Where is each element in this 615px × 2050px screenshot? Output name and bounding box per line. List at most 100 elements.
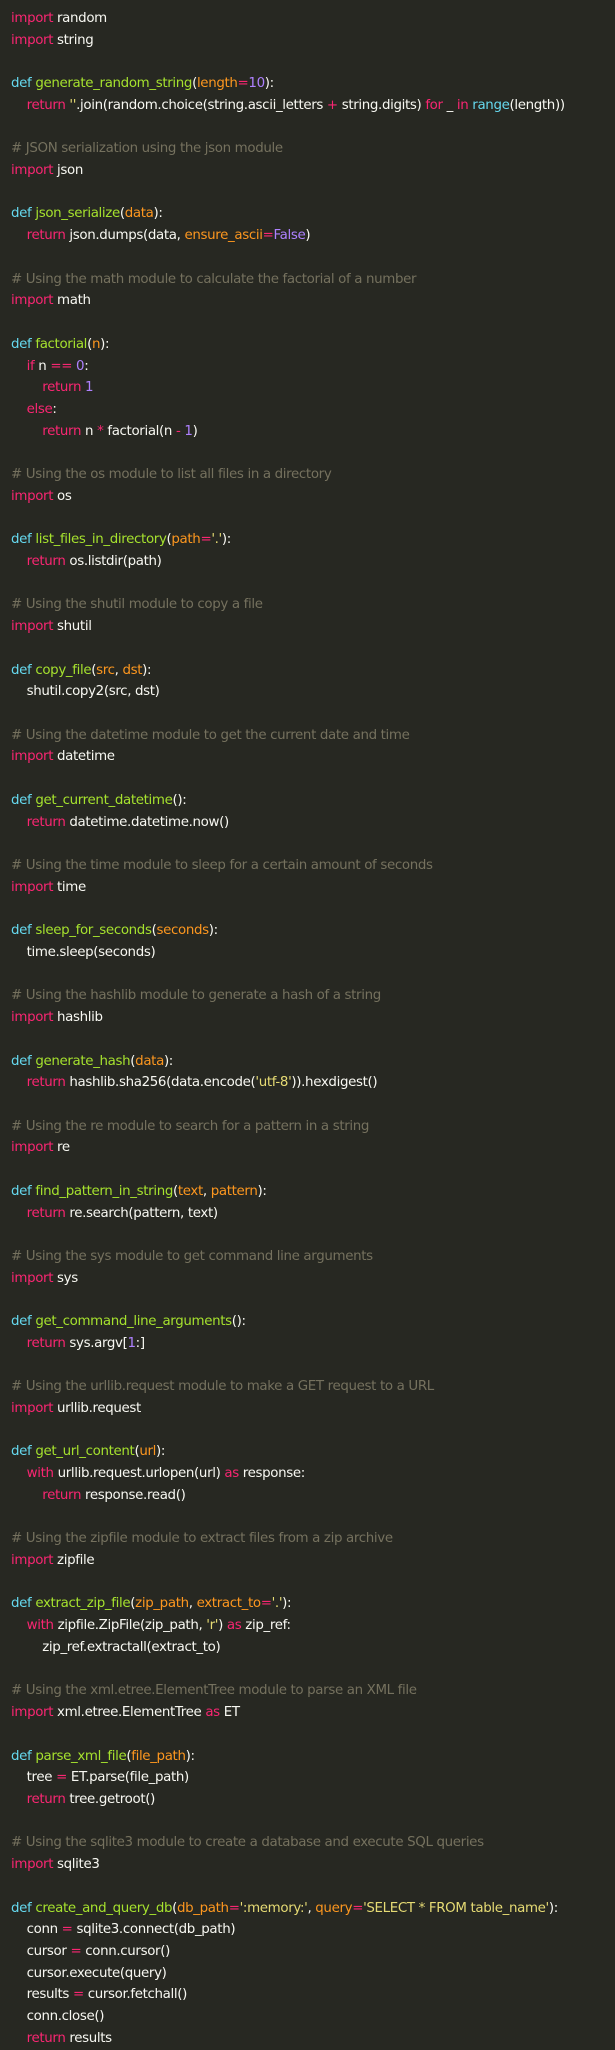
code-token: def [11,1053,32,1069]
code-token: as [205,1705,220,1721]
code-token: def [11,662,32,678]
code-token: import [11,163,54,179]
code-token: .join(random.choice(string.ascii_letters [76,97,327,113]
code-token: copy_file [35,662,92,678]
code-token: with [26,1618,54,1634]
code-token: ) [218,1618,227,1634]
code-token: extract_to [196,1596,261,1612]
code-token: urllib.request.urlopen(url) [53,1466,225,1482]
code-token: def [11,1314,32,1330]
code-line: # Using the time module to sleep for a c… [11,855,615,877]
code-token: ): [153,206,163,222]
code-token: cursor.fetchall() [83,1987,188,2003]
code-token: def [11,1444,32,1460]
code-token: sleep_for_seconds [35,923,152,939]
code-token: return [26,97,66,113]
code-token: import [11,1705,54,1721]
code-line: return sys.argv[1:] [11,1333,615,1355]
code-line: return 1 [11,377,615,399]
code-token: = [61,1922,73,1938]
code-line: tree = ET.parse(file_path) [11,1767,615,1789]
code-token: data [124,206,154,222]
code-token: ) [192,423,198,439]
code-token: = [56,1770,67,1786]
code-line: def generate_random_string(length=10): [11,73,615,95]
code-token: , [188,1596,197,1612]
code-token: # Using the shutil module to copy a file [11,597,263,613]
code-token: random [53,11,107,26]
code-token: sqlite3.connect(db_path) [72,1922,236,1938]
code-token: # Using the sys module to get command li… [11,1248,373,1264]
code-editor[interactable]: import random import string def generate_r… [0,0,615,2046]
code-token: time.sleep(seconds) [11,944,156,960]
code-line: def list_files_in_directory(path='.'): [11,529,615,551]
code-line: def generate_hash(data): [11,1051,615,1073]
code-token: = [262,228,274,244]
code-token: def [11,1900,32,1916]
code-token: 10 [248,76,265,92]
code-token: return [26,1205,66,1221]
code-line: import random [11,8,615,30]
code-token: text [177,1183,203,1199]
code-token: ): [257,1183,267,1199]
code-line: def parse_xml_file(file_path): [11,1746,615,1768]
code-line: # Using the hashlib module to generate a… [11,985,615,1007]
code-token: string [53,32,94,48]
code-token: n [34,358,51,374]
code-token: def [11,1183,32,1199]
code-line: def get_command_line_arguments(): [11,1311,615,1333]
code-token: create_and_query_db [35,1900,173,1916]
code-line: # JSON serialization using the json modu… [11,138,615,160]
code-token: _ [442,97,457,113]
code-token: as [224,1466,239,1482]
code-line: import shutil [11,616,615,638]
code-token: with [26,1466,54,1482]
code-token: db_path [177,1900,229,1916]
code-token: json.dumps(data, [65,228,185,244]
code-token: = [237,76,249,92]
code-line: def create_and_query_db(db_path=':memory… [11,1898,615,1920]
code-token: datetime.datetime.now() [65,814,229,830]
code-line: cursor = conn.cursor() [11,1941,615,1963]
code-token: conn [11,1922,62,1938]
code-token: os.listdir(path) [65,553,162,569]
code-line: import sys [11,1268,615,1290]
code-line: def factorial(n): [11,334,615,356]
code-token: cursor.execute(query) [11,1965,167,1981]
code-token: def [11,206,32,222]
code-token: import [11,749,54,765]
code-token: sys [53,1270,78,1286]
code-token: # Using the re module to search for a pa… [11,1118,370,1134]
code-token: import [11,1270,54,1286]
code-token: else [26,401,53,417]
code-token: return [42,423,82,439]
code-line: # Using the sys module to get command li… [11,1246,615,1268]
code-token: results [11,1987,73,2003]
code-line: # Using the shutil module to copy a file [11,594,615,616]
code-token: + [326,97,338,113]
code-line: with urllib.request.urlopen(url) as resp… [11,1463,615,1485]
code-token: conn.cursor() [81,1943,170,1959]
code-token: json_serialize [35,206,120,222]
code-token: # Using the sqlite3 module to create a d… [11,1835,484,1851]
code-token: cursor [11,1943,71,1959]
code-token: ET [219,1705,240,1721]
code-token: (): [231,1314,246,1330]
